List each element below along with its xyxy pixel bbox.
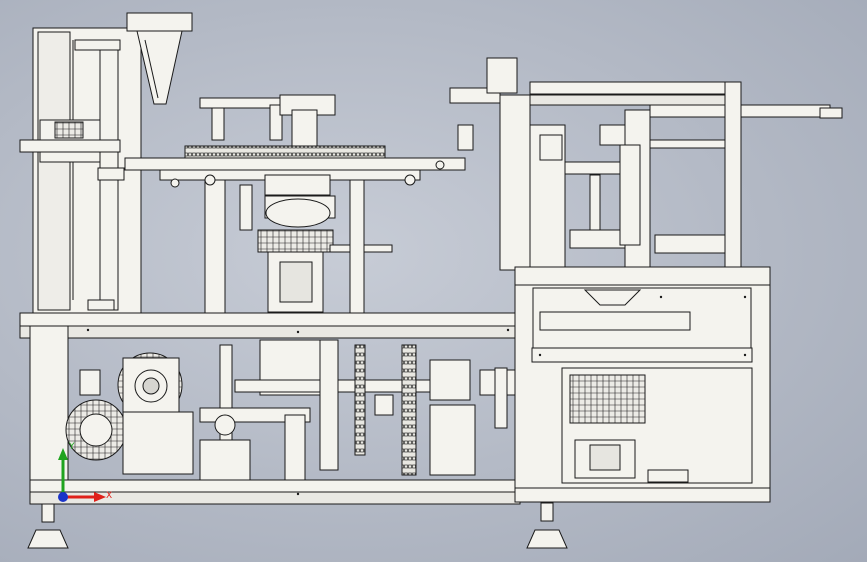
machine-assembly-model[interactable] <box>0 0 867 562</box>
center-drive <box>199 339 516 481</box>
y-axis-label: Y <box>69 442 75 452</box>
right-cabinet <box>514 266 771 503</box>
coordinate-triad: Y X <box>48 440 118 510</box>
rotary-turret <box>124 94 466 316</box>
right-upper-module <box>449 57 843 271</box>
table-plate <box>19 312 521 327</box>
3d-viewport[interactable]: Y X <box>0 0 867 562</box>
x-axis-label: X <box>106 491 113 501</box>
left-column <box>19 27 142 314</box>
